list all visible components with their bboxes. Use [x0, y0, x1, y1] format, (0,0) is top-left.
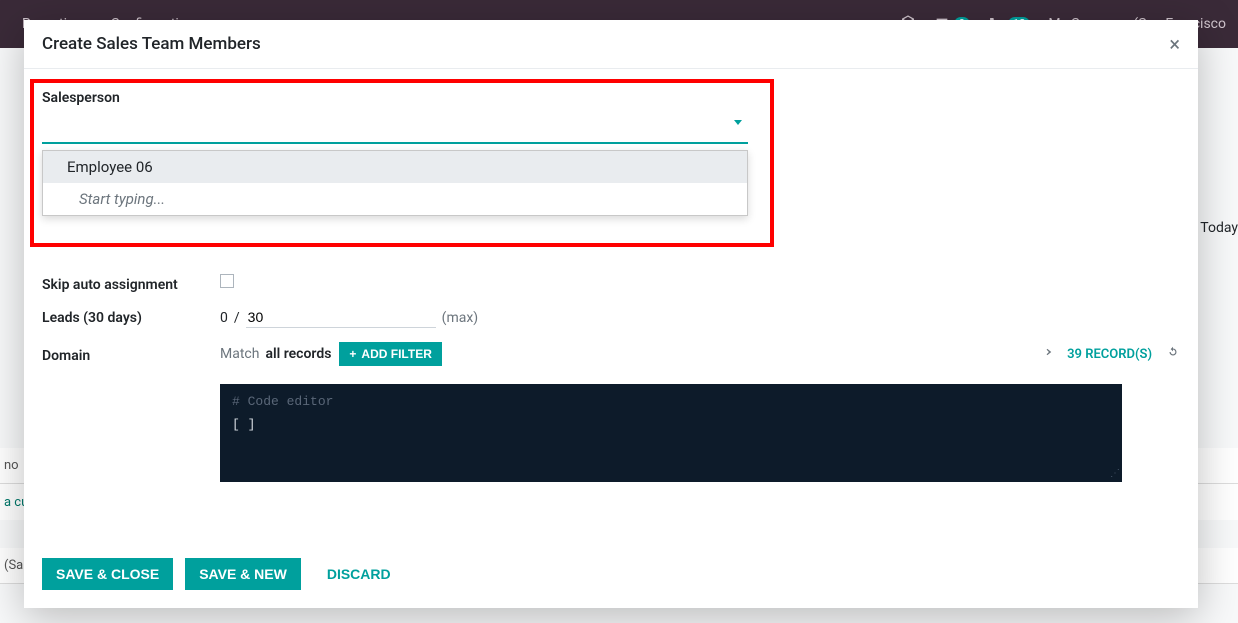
modal-create-sales-team-members: Create Sales Team Members × Salesperson … — [24, 20, 1198, 608]
save-and-close-button[interactable]: SAVE & CLOSE — [42, 558, 173, 590]
leads-max-suffix: (max) — [442, 310, 479, 326]
field-leads-30-days: Leads (30 days) 0 / (max) — [42, 307, 1180, 328]
close-icon[interactable]: × — [1169, 34, 1180, 54]
skip-auto-label: Skip auto assignment — [42, 274, 220, 293]
field-salesperson: Salesperson — [42, 87, 1180, 106]
leads-max-input[interactable] — [246, 307, 436, 328]
salesperson-input[interactable] — [42, 110, 748, 144]
dropdown-option-employee[interactable]: Employee 06 — [43, 151, 747, 183]
leads-separator: / — [234, 310, 240, 326]
salesperson-dropdown: Employee 06 Start typing... — [42, 150, 748, 216]
chevron-down-icon[interactable] — [734, 120, 742, 125]
modal-title: Create Sales Team Members — [42, 34, 261, 54]
modal-header: Create Sales Team Members × — [24, 20, 1198, 69]
domain-label: Domain — [42, 345, 220, 364]
field-domain: Domain Match all records + ADD FILTER 39… — [42, 342, 1180, 366]
salesperson-select[interactable]: Employee 06 Start typing... — [42, 110, 748, 144]
field-skip-auto-assignment: Skip auto assignment — [42, 274, 1180, 293]
skip-auto-checkbox[interactable] — [220, 274, 234, 288]
leads-current: 0 — [220, 310, 228, 326]
domain-records-controls: 39 RECORD(S) — [1039, 345, 1180, 363]
domain-code-editor[interactable]: # Code editor [ ] ⋰ — [220, 384, 1122, 482]
modal-body: Salesperson Employee 06 Start typing... … — [24, 69, 1198, 544]
records-count-link[interactable]: 39 RECORD(S) — [1067, 347, 1152, 362]
save-and-new-button[interactable]: SAVE & NEW — [185, 558, 301, 590]
arrow-right-icon[interactable] — [1039, 345, 1053, 363]
modal-footer: SAVE & CLOSE SAVE & NEW DISCARD — [24, 544, 1198, 608]
code-body: [ ] — [232, 417, 1110, 432]
add-filter-button[interactable]: + ADD FILTER — [339, 342, 441, 366]
salesperson-label: Salesperson — [42, 87, 220, 106]
refresh-icon[interactable] — [1166, 345, 1180, 363]
leads-label: Leads (30 days) — [42, 307, 220, 326]
domain-match-text: Match all records — [220, 346, 331, 362]
resize-handle-icon[interactable]: ⋰ — [1110, 468, 1120, 480]
bg-today-label: Today — [1200, 220, 1238, 236]
code-comment: # Code editor — [232, 394, 1110, 409]
discard-button[interactable]: DISCARD — [313, 558, 405, 590]
domain-scope: all records — [265, 346, 331, 362]
plus-icon: + — [349, 347, 356, 361]
dropdown-start-typing[interactable]: Start typing... — [43, 183, 747, 215]
